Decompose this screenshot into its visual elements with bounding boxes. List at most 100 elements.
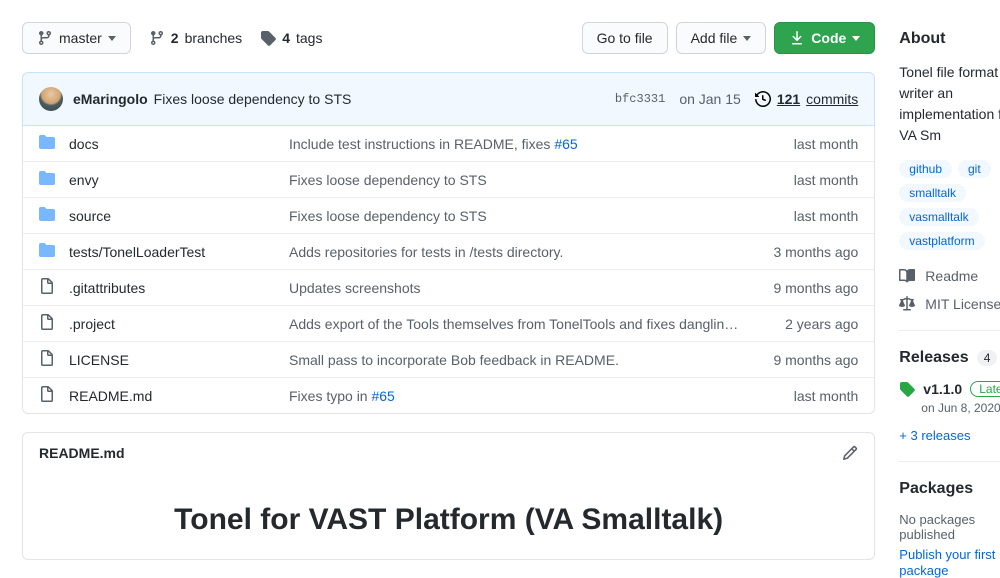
commit-hash[interactable]: bfc3331	[615, 92, 665, 106]
file-link[interactable]: envy	[69, 172, 99, 188]
branches-link[interactable]: 2 branches	[149, 30, 242, 46]
tag-icon	[899, 381, 915, 397]
topic-tag[interactable]: git	[958, 160, 991, 178]
tags-label: tags	[296, 30, 322, 46]
releases-title: Releases	[899, 349, 968, 367]
commit-message-link[interactable]: Adds repositories for tests in /tests di…	[289, 244, 738, 260]
commit-count-label: commits	[806, 91, 858, 107]
code-label: Code	[811, 28, 846, 48]
license-link-label: MIT License	[925, 296, 1000, 312]
folder-icon	[39, 242, 55, 261]
readme-filename[interactable]: README.md	[39, 445, 125, 461]
commit-date: on Jan 15	[679, 91, 741, 107]
readme-box: README.md Tonel for VAST Platform (VA Sm…	[22, 432, 875, 560]
commit-message-link[interactable]: Fixes loose dependency to STS	[289, 172, 738, 188]
commit-count: 121	[777, 91, 800, 107]
file-date: 9 months ago	[738, 280, 858, 296]
file-link[interactable]: docs	[69, 136, 99, 152]
table-row: .gitattributes Updates screenshots9 month…	[23, 269, 874, 305]
issue-link[interactable]: #65	[371, 388, 394, 404]
topics-list: github git smalltalk vasmalltalk vastplatfor…	[899, 160, 1000, 250]
commit-message-link[interactable]: Updates screenshots	[289, 280, 738, 296]
file-link[interactable]: source	[69, 208, 111, 224]
file-icon	[39, 314, 55, 333]
file-date: last month	[738, 136, 858, 152]
add-file-button[interactable]: Add file	[676, 22, 767, 54]
release-date: on Jun 8, 2020	[921, 401, 1000, 415]
table-row: envy Fixes loose dependency to STSlast mo…	[23, 161, 874, 197]
releases-heading[interactable]: Releases 4	[899, 349, 1000, 367]
git-branch-icon	[149, 30, 165, 46]
commit-author[interactable]: eMaringolo	[73, 91, 148, 107]
code-button[interactable]: Code	[774, 22, 875, 54]
file-icon	[39, 278, 55, 297]
commit-message[interactable]: Fixes loose dependency to STS	[154, 91, 352, 107]
file-icon	[39, 386, 55, 405]
file-date: last month	[738, 172, 858, 188]
git-branch-icon	[37, 30, 53, 46]
pencil-icon[interactable]	[842, 445, 858, 461]
tag-icon	[260, 30, 276, 46]
file-link[interactable]: .gitattributes	[69, 280, 145, 296]
latest-release-link[interactable]: v1.1.0 Latest	[899, 381, 1000, 397]
file-link[interactable]: tests/TonelLoaderTest	[69, 244, 205, 260]
commit-message-link[interactable]: Small pass to incorporate Bob feedback i…	[289, 352, 738, 368]
download-icon	[789, 30, 805, 46]
tags-count: 4	[282, 30, 290, 46]
branch-name: master	[59, 28, 102, 48]
topic-tag[interactable]: smalltalk	[899, 184, 966, 202]
file-date: last month	[738, 208, 858, 224]
book-icon	[899, 268, 915, 284]
law-icon	[899, 296, 915, 312]
commit-message-link[interactable]: Include test instructions in README, fix…	[289, 136, 738, 152]
go-to-file-button[interactable]: Go to file	[582, 22, 668, 54]
readme-heading: Tonel for VAST Platform (VA Smalltalk)	[63, 503, 834, 537]
topic-tag[interactable]: vasmalltalk	[899, 208, 978, 226]
history-icon	[755, 91, 771, 107]
tags-link[interactable]: 4 tags	[260, 30, 322, 46]
branch-select-button[interactable]: master	[22, 22, 131, 54]
issue-link[interactable]: #65	[554, 136, 577, 152]
license-link[interactable]: MIT License	[899, 296, 1000, 312]
caret-down-icon	[108, 36, 116, 41]
releases-count-badge: 4	[977, 350, 998, 366]
file-date: 9 months ago	[738, 352, 858, 368]
add-file-label: Add file	[691, 28, 738, 48]
table-row: .project Adds export of the Tools themsel…	[23, 305, 874, 341]
commit-message-link[interactable]: Fixes loose dependency to STS	[289, 208, 738, 224]
table-row: README.mdFixes typo in #65last month	[23, 377, 874, 413]
file-list: docs Include test instructions in README,…	[22, 126, 875, 414]
file-link[interactable]: .project	[69, 316, 115, 332]
table-row: LICENSE Small pass to incorporate Bob fee…	[23, 341, 874, 377]
commits-link[interactable]: 121 commits	[755, 91, 858, 107]
release-version: v1.1.0	[923, 381, 962, 397]
file-date: 3 months ago	[738, 244, 858, 260]
go-to-file-label: Go to file	[597, 28, 653, 48]
commit-message-link[interactable]: Adds export of the Tools themselves from…	[289, 316, 738, 332]
about-title: About	[899, 30, 1000, 48]
avatar[interactable]	[39, 87, 63, 111]
about-description: Tonel file format writer an implementati…	[899, 62, 1000, 146]
topic-tag[interactable]: vastplatform	[899, 232, 984, 250]
table-row: tests/TonelLoaderTest Adds repositories f…	[23, 233, 874, 269]
packages-heading[interactable]: Packages	[899, 480, 1000, 498]
file-date: 2 years ago	[738, 316, 858, 332]
branches-label: branches	[185, 30, 243, 46]
commit-message-link[interactable]: Fixes typo in #65	[289, 388, 738, 404]
folder-icon	[39, 206, 55, 225]
latest-badge: Latest	[970, 381, 1000, 397]
more-releases-link[interactable]: + 3 releases	[899, 428, 970, 443]
folder-icon	[39, 170, 55, 189]
sidebar: About Tonel file format writer an implem…	[899, 22, 1000, 578]
file-link[interactable]: LICENSE	[69, 352, 129, 368]
latest-commit-bar: eMaringolo Fixes loose dependency to STS…	[22, 72, 875, 126]
topic-tag[interactable]: github	[899, 160, 952, 178]
table-row: source Fixes loose dependency to STSlast …	[23, 197, 874, 233]
caret-down-icon	[743, 36, 751, 41]
no-packages-text: No packages published	[899, 512, 1000, 542]
publish-package-link[interactable]: Publish your first package	[899, 547, 995, 578]
file-icon	[39, 350, 55, 369]
file-link[interactable]: README.md	[69, 388, 152, 404]
caret-down-icon	[852, 36, 860, 41]
readme-link[interactable]: Readme	[899, 268, 1000, 284]
